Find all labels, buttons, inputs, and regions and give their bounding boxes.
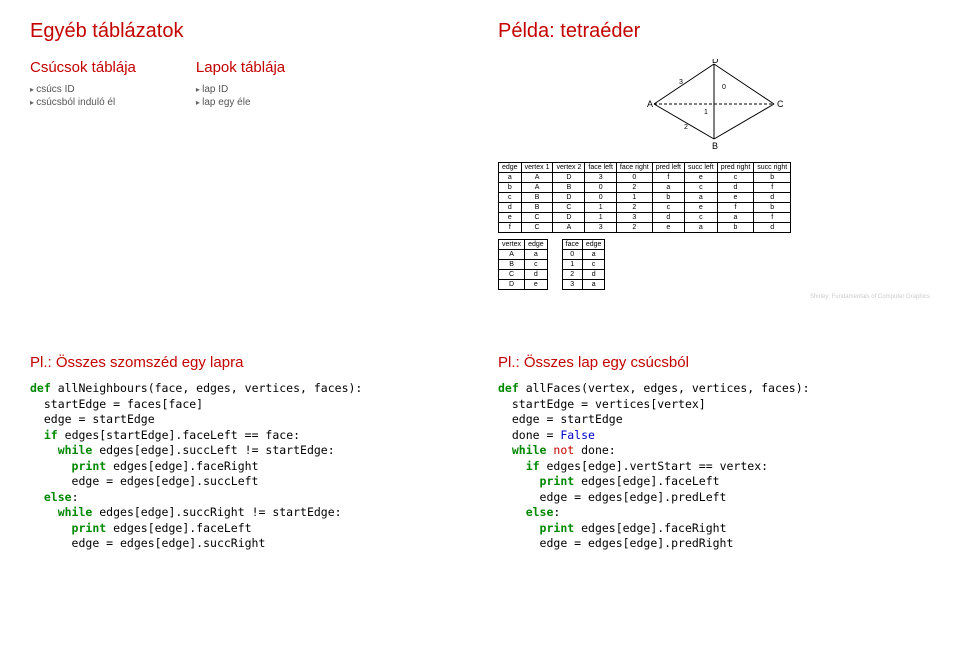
vertices-heading: Csúcsok táblája	[30, 59, 136, 76]
small-tables-row: vertexedgeAaBcCdDe faceedge0a1c2d3a	[498, 239, 930, 290]
face-table: faceedge0a1c2d3a	[562, 239, 606, 290]
right-column: Példa: tetraéder A B C D 0 1 2 3 edgever…	[498, 20, 930, 300]
table-row: Bc	[499, 260, 548, 270]
tables-definitions: Csúcsok táblája csúcs ID csúcsból induló…	[30, 59, 462, 110]
table-row: dBC12cefb	[499, 203, 791, 213]
code-left-column: Pl.: Összes szomszéd egy lapra def allNe…	[30, 344, 462, 552]
code-right-heading: Pl.: Összes lap egy csúcsból	[498, 354, 930, 371]
table-header: succ left	[685, 163, 718, 173]
list-item: lap ID	[196, 84, 285, 95]
list-item: lap egy éle	[196, 97, 285, 108]
table-row: Cd	[499, 270, 548, 280]
table-header: succ right	[754, 163, 791, 173]
table-row: 2d	[562, 270, 605, 280]
svg-text:C: C	[777, 99, 784, 109]
vertex-table: vertexedgeAaBcCdDe	[498, 239, 548, 290]
table-row: cBD01baed	[499, 193, 791, 203]
table-row: aAD30fecb	[499, 173, 791, 183]
tetrahedron-diagram: A B C D 0 1 2 3	[498, 59, 930, 154]
table-header: pred left	[652, 163, 684, 173]
svg-text:B: B	[712, 141, 718, 149]
svg-text:2: 2	[684, 124, 688, 131]
edge-table: edgevertex 1vertex 2face leftface rightp…	[498, 162, 791, 233]
bottom-row: Pl.: Összes szomszéd egy lapra def allNe…	[30, 344, 930, 552]
left-title: Egyéb táblázatok	[30, 20, 462, 43]
code-right: def allFaces(vertex, edges, vertices, fa…	[498, 381, 930, 552]
table-header: face	[562, 240, 582, 250]
table-header: edge	[525, 240, 548, 250]
code-right-column: Pl.: Összes lap egy csúcsból def allFace…	[498, 344, 930, 552]
table-row: fCA32eabd	[499, 223, 791, 233]
table-header: vertex 1	[521, 163, 553, 173]
table-row: 0a	[562, 250, 605, 260]
faces-list: lap ID lap egy éle	[196, 84, 285, 108]
svg-text:0: 0	[722, 84, 726, 91]
table-row: 3a	[562, 280, 605, 290]
list-item: csúcsból induló él	[30, 97, 136, 108]
tetra-svg: A B C D 0 1 2 3	[644, 59, 784, 149]
svg-text:3: 3	[679, 79, 683, 86]
vertices-table-def: Csúcsok táblája csúcs ID csúcsból induló…	[30, 59, 136, 110]
table-header: face left	[585, 163, 617, 173]
code-left: def allNeighbours(face, edges, vertices,…	[30, 381, 462, 552]
list-item: csúcs ID	[30, 84, 136, 95]
faces-table-def: Lapok táblája lap ID lap egy éle	[196, 59, 285, 110]
table-row: eCD13dcaf	[499, 213, 791, 223]
right-title: Példa: tetraéder	[498, 20, 930, 43]
svg-text:A: A	[647, 99, 653, 109]
table-header: vertex 2	[553, 163, 585, 173]
top-row: Egyéb táblázatok Csúcsok táblája csúcs I…	[30, 20, 930, 300]
table-row: Aa	[499, 250, 548, 260]
table-header: edge	[582, 240, 605, 250]
svg-text:1: 1	[704, 109, 708, 116]
svg-text:D: D	[712, 59, 719, 65]
left-column: Egyéb táblázatok Csúcsok táblája csúcs I…	[30, 20, 462, 300]
faces-heading: Lapok táblája	[196, 59, 285, 76]
table-row: De	[499, 280, 548, 290]
table-header: pred right	[717, 163, 754, 173]
code-left-heading: Pl.: Összes szomszéd egy lapra	[30, 354, 462, 371]
attribution: Shirley: Fundamentals of Computer Graphi…	[498, 294, 930, 300]
vertices-list: csúcs ID csúcsból induló él	[30, 84, 136, 108]
table-row: 1c	[562, 260, 605, 270]
table-header: edge	[499, 163, 522, 173]
table-header: face right	[616, 163, 652, 173]
table-header: vertex	[499, 240, 525, 250]
table-row: bAB02acdf	[499, 183, 791, 193]
